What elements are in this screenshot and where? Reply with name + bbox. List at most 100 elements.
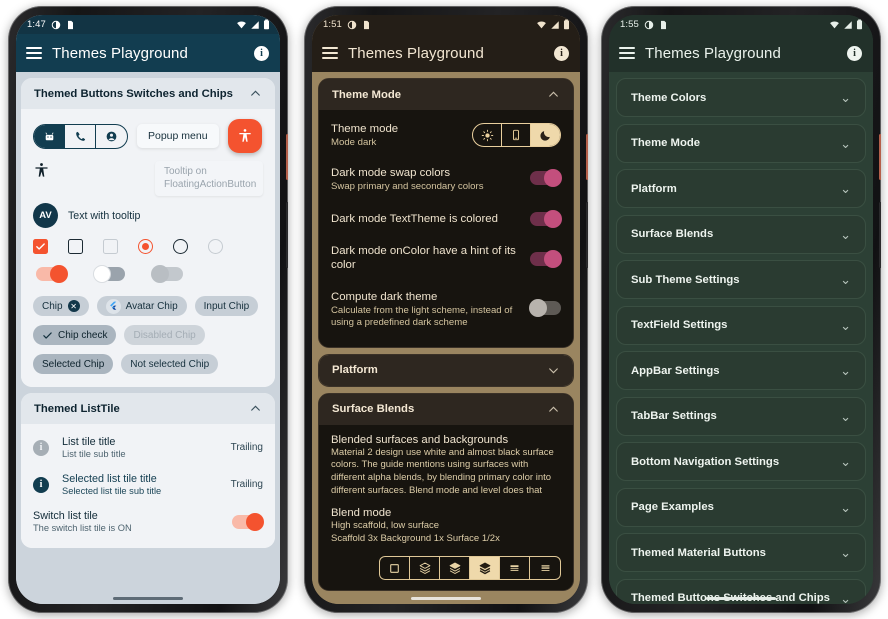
chip-label: Chip: [42, 300, 63, 312]
chip-not-selected[interactable]: Not selected Chip: [121, 354, 219, 374]
sidebar-item-tabbar-settings[interactable]: TabBar Settings ⌄: [616, 396, 866, 436]
chip-input[interactable]: Input Chip: [194, 296, 259, 316]
phone1-content[interactable]: Themed Buttons Switches and Chips Popup …: [16, 72, 280, 604]
switch-list-tile[interactable]: Switch list tile The switch list tile is…: [21, 503, 275, 540]
battery-icon: [263, 19, 270, 30]
chevron-up-icon[interactable]: [547, 88, 560, 101]
layers-half-icon[interactable]: [440, 557, 470, 580]
sidebar-item-themed-material-buttons[interactable]: Themed Material Buttons ⌄: [616, 533, 866, 572]
hamburger-menu-icon[interactable]: [619, 47, 635, 59]
chevron-down-icon[interactable]: ⌄: [840, 364, 851, 377]
chip-check[interactable]: Chip check: [33, 325, 117, 345]
floating-action-button[interactable]: [227, 119, 262, 153]
layers-outline-icon[interactable]: [410, 557, 440, 580]
switch-on[interactable]: [232, 512, 264, 531]
hamburger-menu-icon[interactable]: [26, 47, 42, 59]
switch-on[interactable]: [530, 209, 562, 228]
sidebar-item-page-examples[interactable]: Page Examples ⌄: [616, 487, 866, 527]
phone1-power-button[interactable]: [286, 134, 288, 180]
sidebar-item-surface-blends[interactable]: Surface Blends ⌄: [616, 214, 866, 254]
phone2-power-button[interactable]: [586, 134, 588, 180]
phone3-power-button[interactable]: [879, 134, 881, 180]
toggle-buttons-group[interactable]: [33, 123, 128, 149]
sidebar-item-bottom-navigation-settings[interactable]: Bottom Navigation Settings ⌄: [616, 442, 866, 481]
chevron-down-icon[interactable]: ⌄: [840, 501, 851, 514]
popup-menu-button[interactable]: Popup menu: [137, 124, 219, 148]
phone3-content[interactable]: Theme Colors ⌄ Theme Mode ⌄ Platform ⌄ S…: [609, 72, 873, 604]
chevron-down-icon[interactable]: ⌄: [840, 91, 851, 104]
setting-texttheme-colored[interactable]: Dark mode TextTheme is colored: [319, 203, 573, 235]
info-icon[interactable]: i: [554, 45, 569, 61]
info-icon[interactable]: i: [847, 45, 862, 61]
chevron-down-icon[interactable]: ⌄: [840, 410, 851, 423]
phone1-volume-button[interactable]: [286, 202, 288, 268]
sim-icon: [660, 20, 666, 29]
phone2-content[interactable]: Theme Mode Theme mode Mode dark Dark mod…: [312, 72, 580, 604]
phone3-volume-button[interactable]: [879, 202, 881, 268]
blend-mode-toggle-group[interactable]: [379, 556, 561, 581]
switch-on[interactable]: [530, 249, 562, 268]
card-header[interactable]: Themed ListTile: [21, 393, 275, 424]
lines-stack-icon[interactable]: [530, 557, 560, 579]
blend-mode-value: High scaffold, low surface: [331, 519, 440, 531]
radio-unselected[interactable]: [173, 239, 188, 254]
chip-selected[interactable]: Selected Chip: [33, 354, 114, 374]
chevron-down-icon[interactable]: ⌄: [840, 455, 851, 468]
switch-on[interactable]: [36, 265, 68, 283]
close-circle-icon[interactable]: ✕: [67, 300, 80, 312]
lines-split-icon[interactable]: [500, 557, 530, 580]
square-outline-icon[interactable]: [380, 557, 410, 580]
switch-off[interactable]: [93, 265, 125, 283]
accessibility-icon[interactable]: [33, 162, 50, 179]
setting-theme-mode[interactable]: Theme mode Mode dark: [319, 114, 573, 158]
chevron-down-icon[interactable]: ⌄: [840, 546, 851, 559]
sidebar-item-sub-theme-settings[interactable]: Sub Theme Settings ⌄: [616, 260, 866, 299]
theme-mode-toggle-group[interactable]: [472, 123, 561, 147]
card-header[interactable]: Platform: [319, 354, 573, 386]
phone1-status-bar: 1:47: [16, 15, 280, 34]
chevron-down-icon[interactable]: ⌄: [840, 228, 851, 241]
chip-deletable[interactable]: Chip ✕: [33, 296, 89, 316]
sidebar-item-theme-mode[interactable]: Theme Mode ⌄: [616, 123, 866, 163]
check-icon: [43, 331, 52, 339]
chip-avatar[interactable]: Avatar Chip: [96, 296, 187, 316]
chevron-down-icon[interactable]: ⌄: [840, 137, 851, 150]
list-item[interactable]: i Selected list tile title Selected list…: [21, 466, 275, 503]
phone2-volume-button[interactable]: [586, 202, 588, 268]
info-icon[interactable]: i: [254, 45, 269, 61]
chevron-down-icon[interactable]: ⌄: [840, 273, 851, 286]
sidebar-item-theme-colors[interactable]: Theme Colors ⌄: [616, 78, 866, 117]
card-header[interactable]: Themed Buttons Switches and Chips: [21, 78, 275, 109]
card-header[interactable]: Theme Mode: [319, 79, 573, 110]
checkbox-unchecked[interactable]: [68, 239, 83, 254]
layers-filled-icon[interactable]: [470, 557, 500, 580]
setting-compute-dark-theme[interactable]: Compute dark theme Calculate from the li…: [319, 282, 573, 339]
chevron-down-icon[interactable]: [547, 364, 560, 377]
dark-mode-icon[interactable]: [531, 124, 560, 146]
chevron-up-icon[interactable]: [547, 403, 560, 416]
sidebar-item-textfield-settings[interactable]: TextField Settings ⌄: [616, 305, 866, 345]
section-title: Bottom Navigation Settings: [631, 455, 780, 468]
chevron-up-icon[interactable]: [249, 87, 262, 100]
android-icon[interactable]: [34, 124, 65, 148]
switch-off[interactable]: [529, 299, 561, 318]
system-mode-icon[interactable]: [502, 124, 531, 146]
chevron-down-icon[interactable]: ⌄: [840, 182, 851, 195]
sidebar-item-themed-buttons-switches-chips[interactable]: Themed Buttons Switches and Chips ⌄: [616, 578, 866, 605]
setting-swap-colors[interactable]: Dark mode swap colors Swap primary and s…: [319, 158, 573, 202]
chevron-down-icon[interactable]: ⌄: [840, 319, 851, 332]
sidebar-item-appbar-settings[interactable]: AppBar Settings ⌄: [616, 351, 866, 390]
hamburger-menu-icon[interactable]: [322, 47, 338, 59]
switch-on[interactable]: [530, 169, 562, 188]
account-icon[interactable]: [96, 125, 127, 148]
setting-oncolor-hint[interactable]: Dark mode onColor have a hint of its col…: [319, 235, 573, 283]
sidebar-item-platform[interactable]: Platform ⌄: [616, 169, 866, 208]
light-mode-icon[interactable]: [473, 124, 502, 146]
list-item[interactable]: i List tile title List tile sub title Tr…: [21, 429, 275, 466]
card-header[interactable]: Surface Blends: [319, 393, 573, 425]
phone-icon[interactable]: [65, 124, 96, 148]
chevron-down-icon[interactable]: ⌄: [840, 592, 851, 605]
checkbox-checked[interactable]: [33, 239, 48, 254]
radio-selected[interactable]: [138, 239, 153, 254]
chevron-up-icon[interactable]: [249, 402, 262, 415]
